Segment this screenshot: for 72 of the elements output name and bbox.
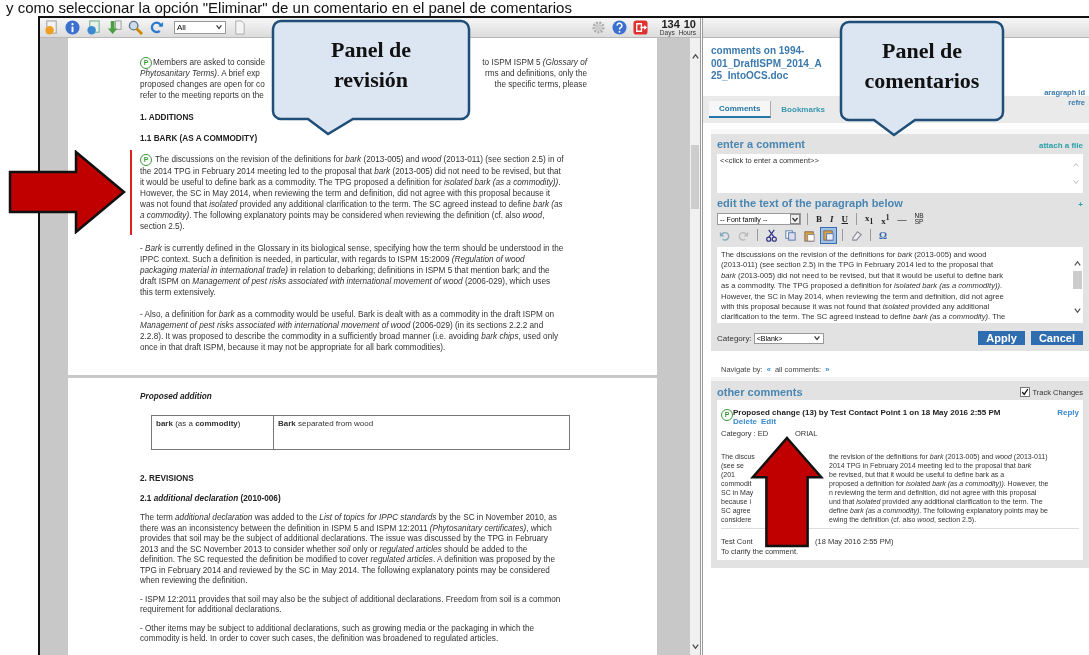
scroll-up-icon[interactable] — [1072, 259, 1082, 268]
action-button[interactable]: Apply — [978, 331, 1025, 345]
table-cell: bark (as a commodity) — [151, 415, 274, 450]
text-fragment: refer to the meeting reports on the — [140, 89, 264, 101]
tab[interactable]: Bookmarks — [771, 102, 835, 117]
text-fragment: the specific terms, please — [494, 78, 587, 90]
clipboard-icon[interactable] — [821, 227, 836, 243]
reply-link[interactable]: Reply — [1057, 408, 1079, 417]
section-heading: 1.1 BARK (AS A COMMODITY) — [140, 132, 259, 144]
paragraph: - Bark is currently defined in the Glossary in its biological sense, specifying how the term should be understood in the IPPC context. Such a definition is needed, in particular, with regards to ISPM 15:2009 (Regulation of wood packaging material in international trade) in relation to debarking; definitions in ISPM 5 that mention bark; and the draft ISPM on Management of pest risks associated with international movement of wood (2006-029), which uses this term extensively. — [140, 242, 565, 298]
scroll-up-icon[interactable] — [690, 51, 700, 61]
paragraph: - Other items may be subject to additional declarations, such as growing media or the packaging in which the commodity is held. In order to cover such cases, the definition was broadened to regulated articles. — [140, 623, 536, 645]
scroll-down-icon[interactable] — [1072, 306, 1082, 315]
format-button[interactable]: x$^{1}$ — [879, 212, 892, 226]
download-icon[interactable] — [107, 20, 122, 35]
caption-text: y como seleccionar la opción "Eliminar" de un comentario en el panel de comentarios — [5, 0, 573, 16]
section-header: enter a comment — [717, 138, 806, 150]
format-button[interactable]: — — [895, 214, 909, 224]
table-cell: Bark separated from wood — [273, 415, 570, 450]
scroll-thumb[interactable] — [691, 144, 699, 209]
settings-icon[interactable] — [590, 20, 606, 35]
format-button[interactable]: B — [814, 214, 824, 224]
text-fragment: proposed changes are open for co — [140, 78, 265, 90]
help-icon[interactable] — [611, 20, 627, 35]
document-icon[interactable] — [44, 20, 59, 35]
info-icon[interactable] — [65, 20, 80, 35]
block-caption: Proposed addition — [140, 391, 213, 403]
exit-icon[interactable] — [632, 20, 648, 35]
text-fragment: to ISPM ISPM 5 (Glossary of — [482, 56, 587, 68]
dropdown-icon — [812, 334, 821, 342]
filter-select[interactable]: All — [174, 21, 226, 34]
callout-text: Panel de revisión — [329, 36, 413, 94]
text-fragment: Phytosanitary Terms). A brief exp — [140, 67, 260, 79]
paragraph: The term additional declaration was added to the List of topics for IPPC standards by the SC in November 2010, as there was an inconsistency between the definition in ISPM 5 and ISPM 12:2011 (Phytosanitary certificates), which provides that soil may be the subject of additional declarations. The issue was discussed by the TPG in February 2013 and the SC November 2013 to consider whether soil only or regulated articles should be added to the definition. The SC requested the definition be modified to cover regulated articles. A definition was proposed by the TPG in February 2014 and reviewed by the SC in May 2014. The following explanatory points may be considered when reviewing the definition. — [140, 513, 558, 587]
attach-link[interactable]: attach a file — [1039, 141, 1083, 150]
comment-action-link[interactable]: Edit — [761, 417, 777, 426]
hours-count: 10 — [683, 18, 696, 30]
section-header: other comments — [717, 386, 803, 398]
refresh-icon[interactable] — [149, 20, 164, 35]
section-heading: 1. ADDITIONS — [140, 111, 195, 123]
format-button[interactable]: U — [839, 214, 851, 224]
format-button[interactable]: I — [828, 214, 836, 224]
section-header: edit the text of the paragraph below — [717, 197, 903, 209]
dropdown-icon — [215, 23, 223, 32]
page-icon[interactable] — [232, 20, 247, 35]
scissors-icon[interactable] — [764, 227, 779, 243]
section-heading: 2. REVISIONS — [140, 474, 195, 485]
text-fragment: Members are asked to conside — [153, 56, 265, 68]
comment-action-link[interactable]: Delete — [733, 417, 757, 426]
action-button[interactable]: Cancel — [1030, 331, 1083, 345]
paragraph-editor[interactable] — [717, 247, 1083, 323]
section-heading: 2.1 additional declaration (2010-006) — [140, 493, 282, 505]
scrollbar[interactable] — [690, 37, 700, 655]
scroll-thumb[interactable] — [1072, 271, 1082, 289]
comment-title: Proposed change (13) by Test Contact Point 1 on 18 May 2016 2:55 PM — [733, 408, 1001, 417]
scroll-down-icon[interactable] — [690, 642, 700, 651]
paragraph: - ISPM 12:2011 provides that soil may also be the subject of additional declarations. Freedom from soil is a common requirement for additional declarations. — [140, 594, 562, 616]
checkbox[interactable] — [1020, 387, 1031, 397]
paragraph: the 2014 TPG in February 2014 meeting led to the proposal that bark (2013-005) did not need to be revised, but that it would be useful to define bark as a commodity. The TPG proposed a definition for isolated bark (as a commodity)). However, the SC in May 2014, when reviewing the term and definition, did not agree with this proposal because it was not found that isolated provided any additional clarification to the term. The SC agreed instead to define bark (as a commodity). The following explanatory points may be considered when reviewing the definition (cf. also wood, section 2.5). — [140, 165, 564, 232]
format-button[interactable]: x$_{1}$ — [863, 212, 876, 226]
special-character-button[interactable]: Ω — [877, 229, 889, 241]
callout-text: Panel de comentarios — [863, 37, 981, 95]
days-count: 134 — [661, 18, 680, 30]
paragraph: - Also, a definition for bark as a commodity would be useful. Bark is dealt with as a commodity in the draft ISPM on Management of pest risks associated with international movement of wood (2006-029) (in its sections 2.2.2 and 2.2.8). It was proposed to describe the commodity in a sufficiently broad manner (i.e. avoiding bark chips, used only once in that draft ISPM, because it may not be appropriate for all bark commodities). — [140, 308, 560, 353]
tab[interactable]: Comments — [709, 101, 772, 118]
category-label: Category: — [717, 333, 752, 343]
dropdown-icon — [790, 214, 800, 224]
document-title: comments on 1994- 001_DraftISPM_2014_A 25_IntoOCS.doc — [711, 45, 822, 83]
text-fragment: rms and definitions, only the — [485, 67, 587, 79]
page-icon[interactable] — [86, 20, 101, 35]
text-fragment: The discussions on the revision of the definitions for bark (2013-005) and wood (2013-011) (see section 2.5) in of — [155, 153, 564, 166]
search-icon[interactable] — [128, 20, 143, 35]
